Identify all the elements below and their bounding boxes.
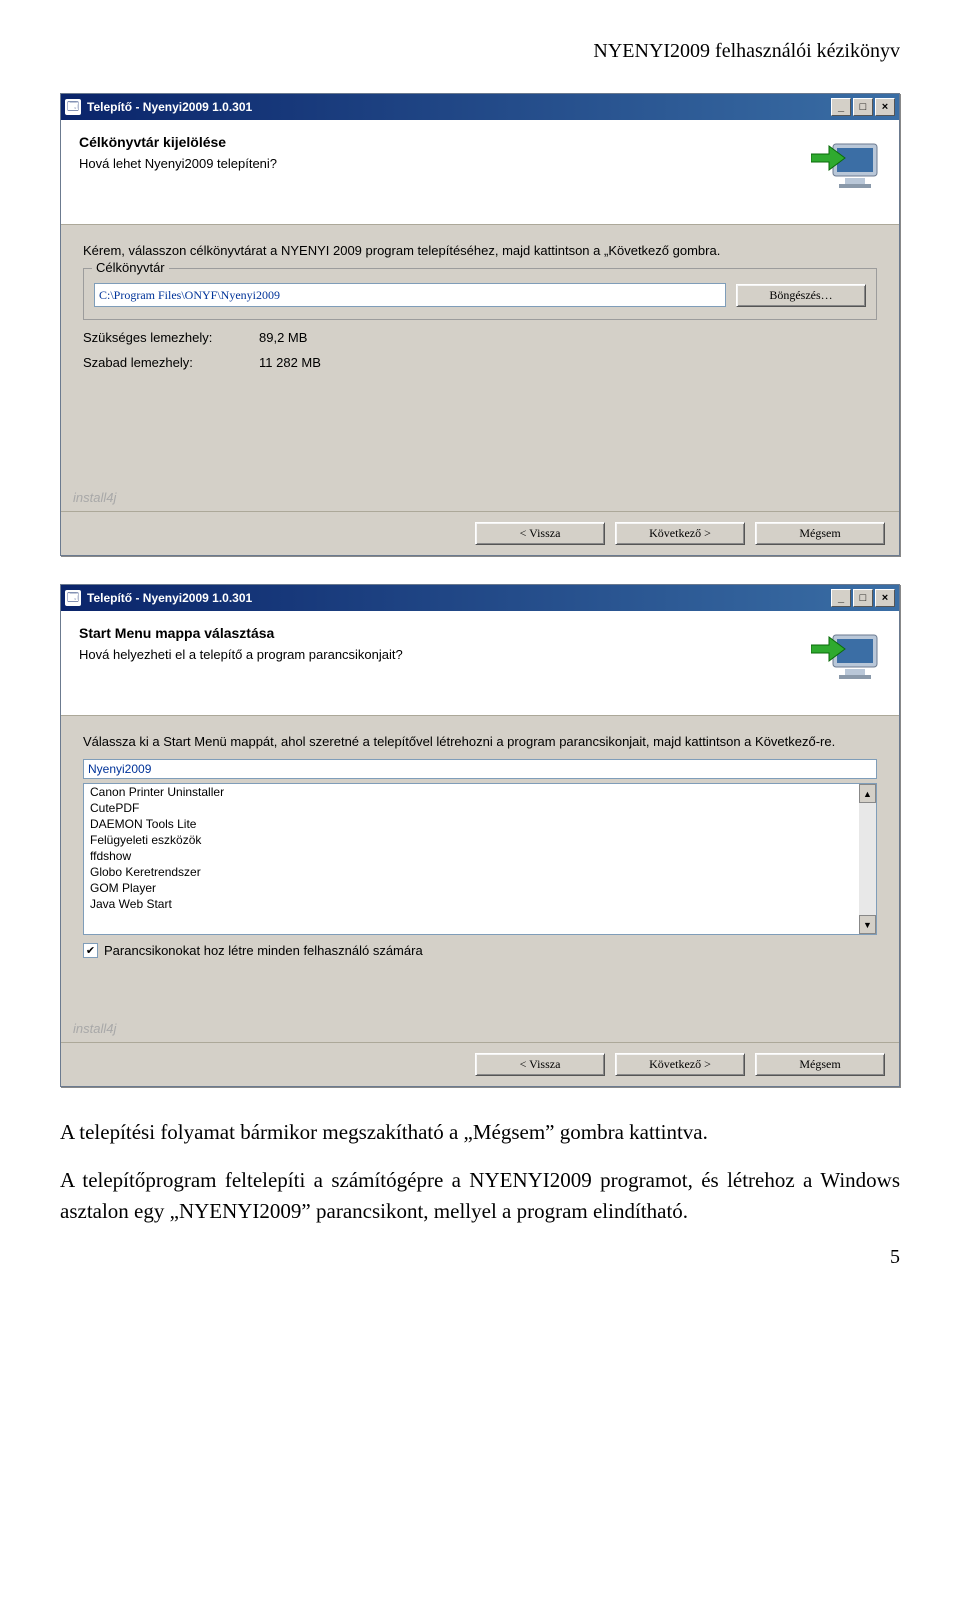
body-paragraph-1: A telepítési folyamat bármikor megszakít… (60, 1117, 900, 1147)
free-space-label: Szabad lemezhely: (83, 355, 253, 370)
browse-button[interactable]: Böngészés… (736, 284, 866, 307)
app-icon: 🗔 (65, 99, 81, 115)
window-title: Telepítő - Nyenyi2009 1.0.301 (87, 100, 831, 114)
close-button[interactable]: × (875, 589, 895, 607)
titlebar: 🗔 Telepítő - Nyenyi2009 1.0.301 _ □ × (61, 585, 899, 611)
free-space-value: 11 282 MB (259, 355, 321, 370)
list-item[interactable]: DAEMON Tools Lite (84, 816, 876, 832)
cancel-button[interactable]: Mégsem (755, 522, 885, 545)
destination-groupbox: Célkönyvtár Böngészés… (83, 268, 877, 320)
panel-title: Start Menu mappa választása (79, 625, 881, 641)
install4j-watermark: install4j (73, 490, 116, 505)
destination-path-input[interactable] (94, 283, 726, 307)
back-button[interactable]: < Vissza (475, 522, 605, 545)
list-item[interactable]: ffdshow (84, 848, 876, 864)
allusers-checkbox-label: Parancsikonokat hoz létre minden felhasz… (104, 943, 423, 958)
cancel-button[interactable]: Mégsem (755, 1053, 885, 1076)
monitor-arrow-icon (811, 130, 883, 202)
titlebar: 🗔 Telepítő - Nyenyi2009 1.0.301 _ □ × (61, 94, 899, 120)
minimize-button[interactable]: _ (831, 98, 851, 116)
required-space-value: 89,2 MB (259, 330, 307, 345)
page-number: 5 (60, 1246, 900, 1269)
list-item[interactable]: Java Web Start (84, 896, 876, 912)
list-item[interactable]: GOM Player (84, 880, 876, 896)
list-item[interactable]: CutePDF (84, 800, 876, 816)
list-item[interactable]: Canon Printer Uninstaller (84, 784, 876, 800)
next-button[interactable]: Következő > (615, 1053, 745, 1076)
monitor-arrow-icon (811, 621, 883, 693)
app-icon: 🗔 (65, 590, 81, 606)
maximize-button[interactable]: □ (853, 589, 873, 607)
body-paragraph-2: A telepítőprogram feltelepíti a számítóg… (60, 1165, 900, 1226)
installer-window-destination: 🗔 Telepítő - Nyenyi2009 1.0.301 _ □ × Cé… (60, 93, 900, 556)
startmenu-folder-input[interactable]: Nyenyi2009 (83, 759, 877, 779)
doc-header: NYENYI2009 felhasználói kézikönyv (60, 40, 900, 63)
list-item[interactable]: Felügyeleti eszközök (84, 832, 876, 848)
back-button[interactable]: < Vissza (475, 1053, 605, 1076)
groupbox-legend: Célkönyvtár (92, 260, 169, 275)
list-scrollbar[interactable]: ▲ ▼ (859, 784, 876, 934)
panel-subtitle: Hová lehet Nyenyi2009 telepíteni? (79, 156, 881, 171)
instruction-text: Válassza ki a Start Menü mappát, ahol sz… (83, 734, 877, 749)
panel-subtitle: Hová helyezheti el a telepítő a program … (79, 647, 881, 662)
install4j-watermark: install4j (73, 1021, 116, 1036)
instruction-text: Kérem, válasszon célkönyvtárat a NYENYI … (83, 243, 877, 258)
scroll-down-icon[interactable]: ▼ (859, 915, 876, 934)
minimize-button[interactable]: _ (831, 589, 851, 607)
required-space-label: Szükséges lemezhely: (83, 330, 253, 345)
list-item[interactable]: Globo Keretrendszer (84, 864, 876, 880)
maximize-button[interactable]: □ (853, 98, 873, 116)
panel-title: Célkönyvtár kijelölése (79, 134, 881, 150)
installer-window-startmenu: 🗔 Telepítő - Nyenyi2009 1.0.301 _ □ × St… (60, 584, 900, 1087)
window-title: Telepítő - Nyenyi2009 1.0.301 (87, 591, 831, 605)
startmenu-folder-list[interactable]: Canon Printer Uninstaller CutePDF DAEMON… (83, 783, 877, 935)
close-button[interactable]: × (875, 98, 895, 116)
allusers-checkbox[interactable]: ✔ (83, 943, 98, 958)
scroll-up-icon[interactable]: ▲ (859, 784, 876, 803)
next-button[interactable]: Következő > (615, 522, 745, 545)
